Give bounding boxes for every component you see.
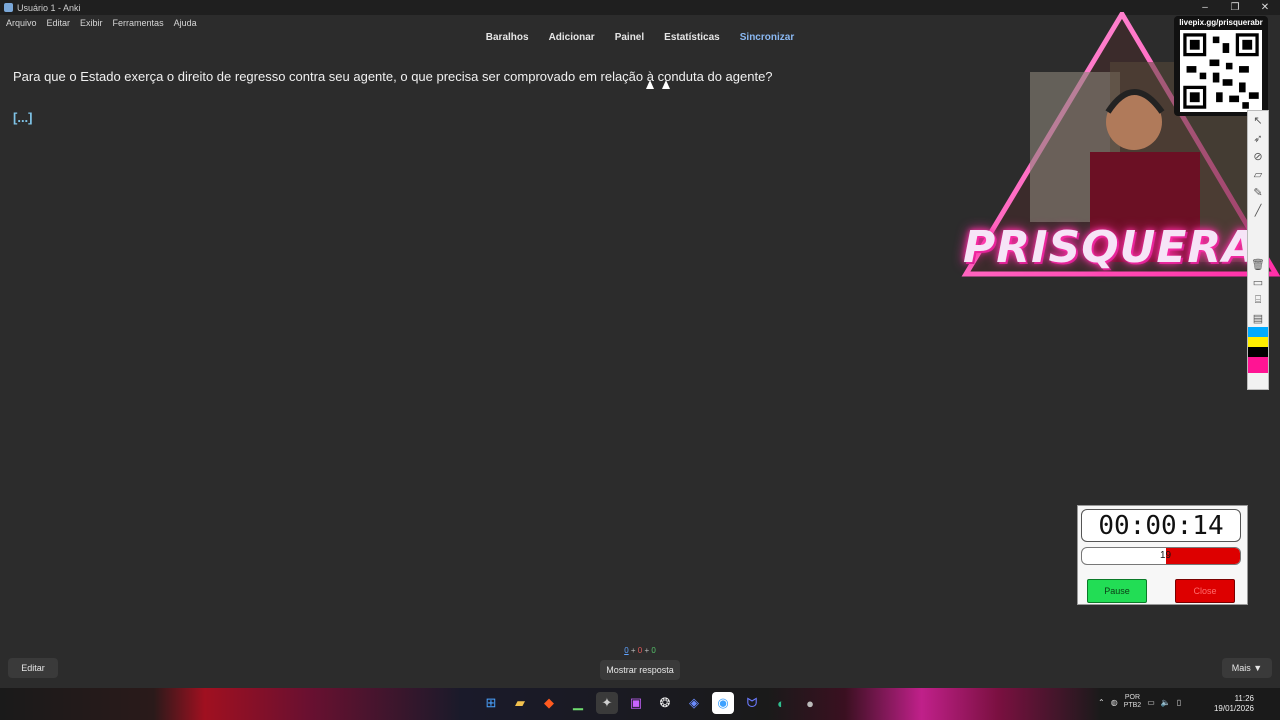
pause-button[interactable]: Pause (1087, 579, 1147, 603)
mouse-cursor-icon (646, 80, 654, 89)
qr-code-icon (1180, 30, 1262, 112)
brave-browser-icon[interactable]: ◆ (538, 692, 560, 714)
pink-swatch[interactable] (1248, 357, 1268, 373)
network-icon[interactable]: ▭ (1147, 698, 1155, 707)
stream-tool-icon[interactable]: ▣ (625, 692, 647, 714)
terminal-icon[interactable]: ▁ (567, 692, 589, 714)
blank-tool (1248, 219, 1268, 237)
whiteboard-icon[interactable]: ▭ (1248, 273, 1268, 291)
edge-browser-icon[interactable]: ◐ (770, 692, 792, 714)
timer-display: 00:00:14 (1081, 509, 1241, 542)
count-separator: + (628, 646, 638, 655)
line-tool-icon[interactable]: ╱ (1248, 201, 1268, 219)
chevron-up-icon[interactable]: ⌃ (1098, 698, 1105, 707)
obs-icon[interactable]: ● (799, 692, 821, 714)
sync-link[interactable]: Sincronizar (740, 32, 794, 48)
camera-icon[interactable]: ⌸ (1248, 291, 1268, 309)
app-icon[interactable]: ◉ (712, 692, 734, 714)
anki-window: Usuário 1 - Anki – ❐ ✕ Arquivo Editar Ex… (0, 0, 1280, 720)
due-counts: 0 + 0 + 0 (0, 646, 1280, 655)
cursor-tool-icon[interactable]: ➶ (1248, 129, 1268, 147)
volume-icon[interactable]: 🔈 (1161, 698, 1171, 707)
annotation-toolbar: ↖ ➶ ⊘ ▱ ✎ ╱ 🗑 ▭ ⌸ ▤ (1247, 110, 1269, 390)
blank-tool (1248, 237, 1268, 255)
count-separator: + (642, 646, 652, 655)
menu-ferramentas[interactable]: Ferramentas (113, 18, 164, 28)
mouse-cursor-icon (662, 80, 670, 89)
window-title: Usuário 1 - Anki (17, 2, 81, 13)
language-line1: POR (1124, 694, 1141, 701)
black-swatch[interactable] (1248, 347, 1268, 357)
app-icon[interactable]: ᗢ (741, 692, 763, 714)
brand-logo-text: PRISQUERA (963, 222, 1258, 273)
card-question: Para que o Estado exerça o direito de re… (13, 69, 773, 84)
decks-link[interactable]: Baralhos (486, 32, 529, 48)
blue-swatch[interactable] (1248, 327, 1268, 337)
clock-date: 19/01/2026 (1213, 704, 1254, 713)
timer-progress-fill (1165, 548, 1240, 564)
yellow-swatch[interactable] (1248, 337, 1268, 347)
anki-taskbar-icon[interactable]: ✦ (596, 692, 618, 714)
app-icon[interactable]: ◈ (683, 692, 705, 714)
clock-time: 11:26 (1234, 694, 1254, 703)
timer-bar-value: 19 (1160, 550, 1172, 561)
tray-icon[interactable]: ◍ (1111, 698, 1118, 707)
review-count: 0 (651, 646, 656, 655)
timer-widget: 00:00:14 19 Pause Close (1077, 505, 1248, 605)
edit-button[interactable]: Editar (8, 658, 58, 678)
more-button[interactable]: Mais ▼ (1222, 658, 1272, 678)
menu-arquivo[interactable]: Arquivo (6, 18, 37, 28)
card-cloze: [...] (13, 110, 33, 125)
stats-link[interactable]: Estatísticas (664, 32, 720, 48)
pointer-tool-icon[interactable]: ↖ (1248, 111, 1268, 129)
language-line2: PTB2 (1123, 702, 1142, 709)
clipboard-icon[interactable]: ▤ (1248, 309, 1268, 327)
battery-icon[interactable]: ▯ (1177, 698, 1181, 707)
close-timer-button[interactable]: Close (1175, 579, 1235, 603)
menu-exibir[interactable]: Exibir (80, 18, 103, 28)
qr-caption: livepix.gg/prisquerabr (1179, 18, 1263, 27)
chatgpt-icon[interactable]: ❂ (654, 692, 676, 714)
no-draw-icon[interactable]: ⊘ (1248, 147, 1268, 165)
eraser-icon[interactable]: ▱ (1248, 165, 1268, 183)
menu-ajuda[interactable]: Ajuda (174, 18, 197, 28)
pen-icon[interactable]: ✎ (1248, 183, 1268, 201)
show-answer-button[interactable]: Mostrar resposta (600, 660, 680, 680)
livepix-qr-panel: livepix.gg/prisquerabr (1174, 16, 1268, 116)
file-explorer-icon[interactable]: ▰ (509, 692, 531, 714)
taskbar-apps: ⊞ ▰ ◆ ▁ ✦ ▣ ❂ ◈ ◉ ᗢ ◐ ● (480, 692, 821, 714)
browse-link[interactable]: Painel (615, 32, 644, 48)
system-tray: ⌃ ◍ POR PTB2 ▭ 🔈 ▯ (1098, 694, 1181, 710)
anki-app-icon (4, 3, 13, 12)
trash-icon[interactable]: 🗑 (1248, 255, 1268, 273)
language-indicator[interactable]: POR PTB2 (1124, 694, 1142, 710)
timer-progress-bar: 19 (1081, 547, 1241, 565)
menu-editar[interactable]: Editar (47, 18, 71, 28)
windows-taskbar: ⊞ ▰ ◆ ▁ ✦ ▣ ❂ ◈ ◉ ᗢ ◐ ● ⌃ ◍ POR PTB2 ▭ 🔈… (0, 688, 1280, 720)
start-icon[interactable]: ⊞ (480, 692, 502, 714)
add-link[interactable]: Adicionar (549, 32, 595, 48)
taskbar-clock[interactable]: 11:26 19/01/2026 (1206, 694, 1254, 714)
